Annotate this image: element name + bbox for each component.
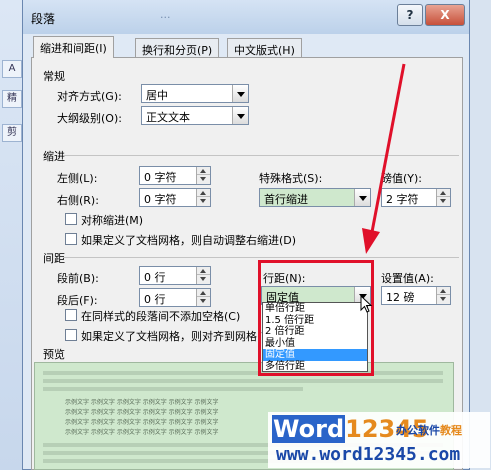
at-label: 设置值(A): — [381, 272, 434, 285]
alignment-select[interactable]: 居中 — [141, 84, 249, 103]
no-space-same-style-checkbox[interactable] — [65, 309, 77, 321]
watermark-cn-a: 办公软件 — [396, 424, 440, 437]
section-preview: 预览 — [43, 348, 65, 361]
background-window-title: ... — [160, 8, 171, 21]
spin-up-icon[interactable] — [197, 289, 210, 297]
watermark: Word12345 办公软件教程 www.word12345.com — [268, 412, 490, 468]
by-label: 磅值(Y): — [381, 172, 423, 185]
help-button[interactable]: ? — [397, 4, 423, 26]
auto-indent-checkbox[interactable] — [65, 233, 77, 245]
spin-down-icon[interactable] — [437, 197, 450, 205]
spin-up-icon[interactable] — [197, 267, 210, 275]
tab-asian-typography[interactable]: 中文版式(H) — [227, 38, 302, 58]
section-indent: 缩进 — [43, 150, 65, 163]
line-spacing-dropdown-list: 单倍行距 1.5 倍行距 2 倍行距 最小值 固定值 多倍行距 — [262, 302, 368, 372]
spin-down-icon[interactable] — [197, 275, 210, 283]
by-value: 2 字符 — [386, 193, 419, 206]
chevron-down-icon[interactable] — [354, 189, 370, 206]
background-side-button-1: A — [2, 60, 22, 78]
snap-to-grid-label: 如果定义了文档网格，则对齐到网格(W) — [81, 330, 277, 343]
chevron-down-icon[interactable] — [232, 107, 248, 124]
space-after-label: 段后(F): — [57, 294, 98, 307]
space-after-value: 0 行 — [144, 293, 166, 306]
background-side-button-2: 精 — [2, 90, 22, 108]
spin-down-icon[interactable] — [197, 297, 210, 305]
left-indent-spinner[interactable]: 0 字符 — [139, 166, 211, 185]
right-indent-spinner[interactable]: 0 字符 — [139, 188, 211, 207]
line-spacing-label: 行距(N): — [263, 272, 306, 285]
special-indent-label: 特殊格式(S): — [259, 172, 323, 185]
preview-sample-text-3: 示例文字 示例文字 示例文字 示例文字 示例文字 示例文字 — [65, 419, 219, 426]
space-after-spinner[interactable]: 0 行 — [139, 288, 211, 307]
indent-divider — [63, 155, 459, 156]
spin-up-icon[interactable] — [197, 189, 210, 197]
outline-level-label: 大纲级别(O): — [57, 112, 122, 125]
watermark-cn-b: 教程 — [440, 424, 462, 437]
chevron-down-icon[interactable] — [232, 85, 248, 102]
snap-to-grid-checkbox[interactable] — [65, 329, 77, 341]
special-indent-value: 首行缩进 — [264, 193, 308, 206]
special-indent-select[interactable]: 首行缩进 — [259, 188, 371, 207]
at-value: 12 磅 — [386, 291, 415, 304]
spin-down-icon[interactable] — [197, 175, 210, 183]
space-before-spinner[interactable]: 0 行 — [139, 266, 211, 285]
tab-indent-spacing[interactable]: 缩进和间距(I) — [33, 36, 114, 58]
right-indent-value: 0 字符 — [144, 193, 177, 206]
watermark-url: www.word12345.com — [276, 444, 461, 465]
spin-down-icon[interactable] — [437, 295, 450, 303]
space-before-label: 段前(B): — [57, 272, 99, 285]
line-spacing-option-double[interactable]: 2 倍行距 — [263, 326, 367, 338]
by-spinner[interactable]: 2 字符 — [381, 188, 451, 207]
background-app-right — [470, 0, 491, 470]
dialog-title: 段落 — [31, 12, 56, 26]
left-indent-value: 0 字符 — [144, 171, 177, 184]
line-spacing-option-single[interactable]: 单倍行距 — [263, 303, 367, 315]
alignment-value: 居中 — [146, 89, 168, 102]
dialog-titlebar: 段落 ? X — [23, 0, 469, 34]
line-spacing-option-at-least[interactable]: 最小值 — [263, 338, 367, 350]
line-spacing-option-multiple[interactable]: 多倍行距 — [263, 361, 367, 373]
spin-up-icon[interactable] — [437, 189, 450, 197]
at-spinner[interactable]: 12 磅 — [381, 286, 451, 305]
close-button[interactable]: X — [425, 4, 465, 26]
watermark-word: Word — [272, 415, 346, 443]
mirror-indent-label: 对称缩进(M) — [81, 214, 144, 227]
spin-down-icon[interactable] — [197, 197, 210, 205]
outline-level-select[interactable]: 正文文本 — [141, 106, 249, 125]
no-space-same-style-label: 在同样式的段落间不添加空格(C) — [81, 310, 241, 323]
tab-line-page-breaks[interactable]: 换行和分页(P) — [135, 38, 220, 58]
auto-indent-label: 如果定义了文档网格，则自动调整右缩进(D) — [81, 234, 297, 247]
mirror-indent-checkbox[interactable] — [65, 213, 77, 225]
preview-sample-text-1: 示例文字 示例文字 示例文字 示例文字 示例文字 示例文字 — [65, 399, 219, 406]
right-indent-label: 右侧(R): — [57, 194, 99, 207]
left-indent-label: 左侧(L): — [57, 172, 98, 185]
spacing-divider — [63, 257, 459, 258]
line-spacing-option-1-5[interactable]: 1.5 倍行距 — [263, 315, 367, 327]
line-spacing-option-exactly[interactable]: 固定值 — [263, 349, 367, 361]
preview-sample-text-4: 示例文字 示例文字 示例文字 示例文字 示例文字 示例文字 — [65, 429, 219, 436]
section-general: 常规 — [43, 70, 65, 83]
mouse-cursor-icon — [360, 295, 373, 313]
outline-level-value: 正文文本 — [146, 111, 190, 124]
alignment-label: 对齐方式(G): — [57, 90, 122, 103]
spin-up-icon[interactable] — [197, 167, 210, 175]
spin-up-icon[interactable] — [437, 287, 450, 295]
space-before-value: 0 行 — [144, 271, 166, 284]
background-side-button-3: 剪 — [2, 124, 22, 142]
preview-sample-text-2: 示例文字 示例文字 示例文字 示例文字 示例文字 示例文字 — [65, 409, 219, 416]
section-spacing: 间距 — [43, 252, 65, 265]
